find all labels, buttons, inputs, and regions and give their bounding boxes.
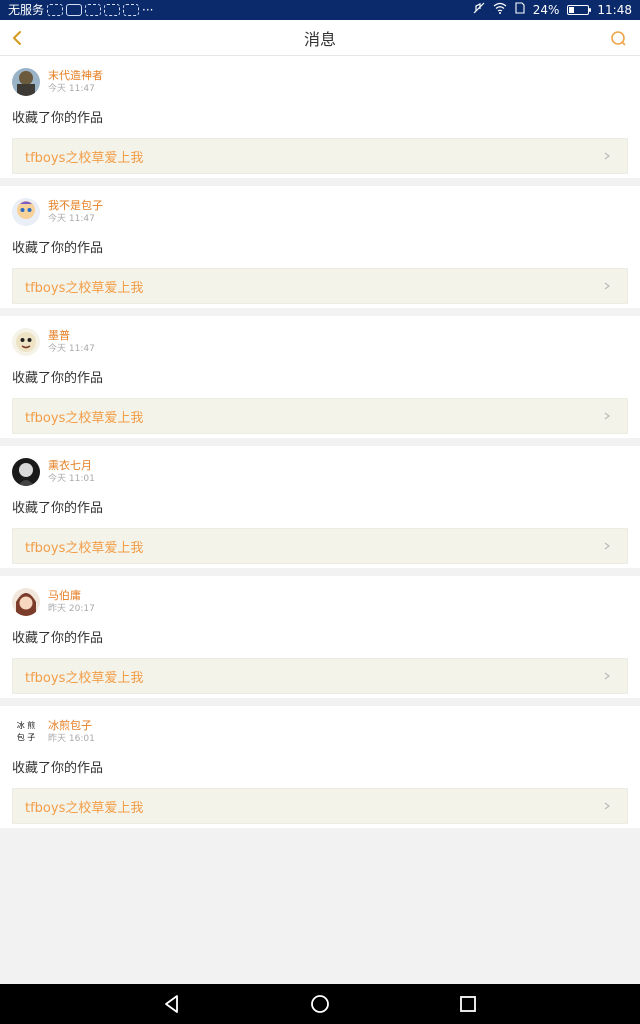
search-button[interactable] <box>606 26 630 50</box>
status-right: 24% 11:48 <box>473 0 632 20</box>
work-card[interactable]: tfboys之校草爱上我 <box>12 788 628 824</box>
divider <box>0 698 640 706</box>
message-action: 收藏了你的作品 <box>12 371 104 386</box>
notification-app-icon <box>104 4 121 16</box>
search-icon <box>611 31 626 46</box>
chevron-right-icon <box>599 668 615 684</box>
work-card[interactable]: tfboys之校草爱上我 <box>12 658 628 694</box>
notification-app-icon <box>123 4 140 16</box>
notification-app-icon <box>85 4 102 16</box>
avatar[interactable] <box>12 328 40 356</box>
message-action: 收藏了你的作品 <box>12 761 104 776</box>
avatar[interactable] <box>12 68 40 96</box>
chevron-right-icon <box>599 148 615 164</box>
status-bar: 无服务 ··· 24% 11:48 <box>0 0 640 20</box>
triangle-back-icon <box>165 995 178 1013</box>
message-action: 收藏了你的作品 <box>12 241 104 256</box>
message-header: 我不是包子 今天 11:47 <box>12 196 628 228</box>
work-card[interactable]: tfboys之校草爱上我 <box>12 398 628 434</box>
user-name[interactable]: 熏衣七月 <box>48 459 95 473</box>
page-title: 消息 <box>303 29 336 49</box>
work-title: tfboys之校草爱上我 <box>25 150 144 166</box>
chevron-right-icon <box>599 798 615 814</box>
work-title: tfboys之校草爱上我 <box>25 280 144 296</box>
circle-home-icon <box>311 995 329 1013</box>
mute-icon <box>473 0 485 20</box>
divider <box>0 568 640 576</box>
avatar[interactable] <box>12 198 40 226</box>
carrier-text: 无服务 <box>8 3 45 17</box>
message-time: 昨天 20:17 <box>48 604 95 614</box>
user-name[interactable]: 马伯庸 <box>48 589 95 603</box>
notification-app-icon <box>66 4 83 16</box>
work-card[interactable]: tfboys之校草爱上我 <box>12 138 628 174</box>
message-item[interactable]: 我不是包子 今天 11:47 收藏了你的作品 tfboys之校草爱上我 <box>0 186 640 308</box>
message-time: 昨天 16:01 <box>48 734 95 744</box>
message-item[interactable]: 墨普 今天 11:47 收藏了你的作品 tfboys之校草爱上我 <box>0 316 640 438</box>
battery-percentage: 24% <box>532 3 560 17</box>
message-header: 马伯庸 昨天 20:17 <box>12 586 628 618</box>
message-time: 今天 11:47 <box>48 214 95 224</box>
user-name[interactable]: 冰煎包子 <box>48 719 95 733</box>
message-time: 今天 11:47 <box>48 84 95 94</box>
work-title: tfboys之校草爱上我 <box>25 410 144 426</box>
user-name[interactable]: 我不是包子 <box>48 199 103 213</box>
battery-icon <box>567 5 592 15</box>
chevron-right-icon <box>599 278 615 294</box>
message-item[interactable]: 冰 煎 包 子 冰煎包子 昨天 16:01 收藏了你的作品 tfboys之校草爱… <box>0 706 640 828</box>
back-button[interactable] <box>6 26 30 50</box>
message-list: 末代造神者 今天 11:47 收藏了你的作品 tfboys之校草爱上我 我不是包… <box>0 56 640 828</box>
message-item[interactable]: 熏衣七月 今天 11:01 收藏了你的作品 tfboys之校草爱上我 <box>0 446 640 568</box>
wifi-icon <box>493 0 507 20</box>
avatar[interactable] <box>12 458 40 486</box>
svg-text:冰 煎: 冰 煎 <box>17 720 36 730</box>
battery-level <box>569 7 574 13</box>
message-time: 今天 11:01 <box>48 474 95 484</box>
nav-back-button[interactable] <box>158 990 186 1018</box>
message-action: 收藏了你的作品 <box>12 501 104 516</box>
divider <box>0 178 640 186</box>
avatar[interactable] <box>12 588 40 616</box>
user-name[interactable]: 墨普 <box>48 329 95 343</box>
avatar[interactable]: 冰 煎 包 子 <box>12 718 40 746</box>
sim-icon <box>515 0 525 20</box>
user-name[interactable]: 末代造神者 <box>48 69 103 83</box>
message-header: 末代造神者 今天 11:47 <box>12 66 628 98</box>
message-item[interactable]: 马伯庸 昨天 20:17 收藏了你的作品 tfboys之校草爱上我 <box>0 576 640 698</box>
divider <box>0 308 640 316</box>
svg-text:包 子: 包 子 <box>17 732 36 742</box>
android-navigation-bar <box>0 984 640 1024</box>
work-title: tfboys之校草爱上我 <box>25 540 144 556</box>
message-time: 今天 11:47 <box>48 344 95 354</box>
message-header: 熏衣七月 今天 11:01 <box>12 456 628 488</box>
work-card[interactable]: tfboys之校草爱上我 <box>12 268 628 304</box>
message-header: 墨普 今天 11:47 <box>12 326 628 358</box>
work-title: tfboys之校草爱上我 <box>25 670 144 686</box>
nav-home-button[interactable] <box>306 990 334 1018</box>
work-card[interactable]: tfboys之校草爱上我 <box>12 528 628 564</box>
message-action: 收藏了你的作品 <box>12 111 104 126</box>
chevron-right-icon <box>599 408 615 424</box>
divider <box>0 438 640 446</box>
work-title: tfboys之校草爱上我 <box>25 800 144 816</box>
chevron-left-icon <box>13 31 21 45</box>
nav-recents-button[interactable] <box>454 990 482 1018</box>
more-notifications-indicator: ··· <box>142 3 154 17</box>
app-header: 消息 <box>0 20 640 56</box>
message-action: 收藏了你的作品 <box>12 631 104 646</box>
clock: 11:48 <box>597 3 632 17</box>
status-left: 无服务 ··· <box>8 0 473 20</box>
message-header: 冰 煎 包 子 冰煎包子 昨天 16:01 <box>12 716 628 748</box>
chevron-right-icon <box>599 538 615 554</box>
message-item[interactable]: 末代造神者 今天 11:47 收藏了你的作品 tfboys之校草爱上我 <box>0 56 640 178</box>
square-recents-icon <box>460 996 476 1012</box>
notification-app-icon <box>47 4 64 16</box>
